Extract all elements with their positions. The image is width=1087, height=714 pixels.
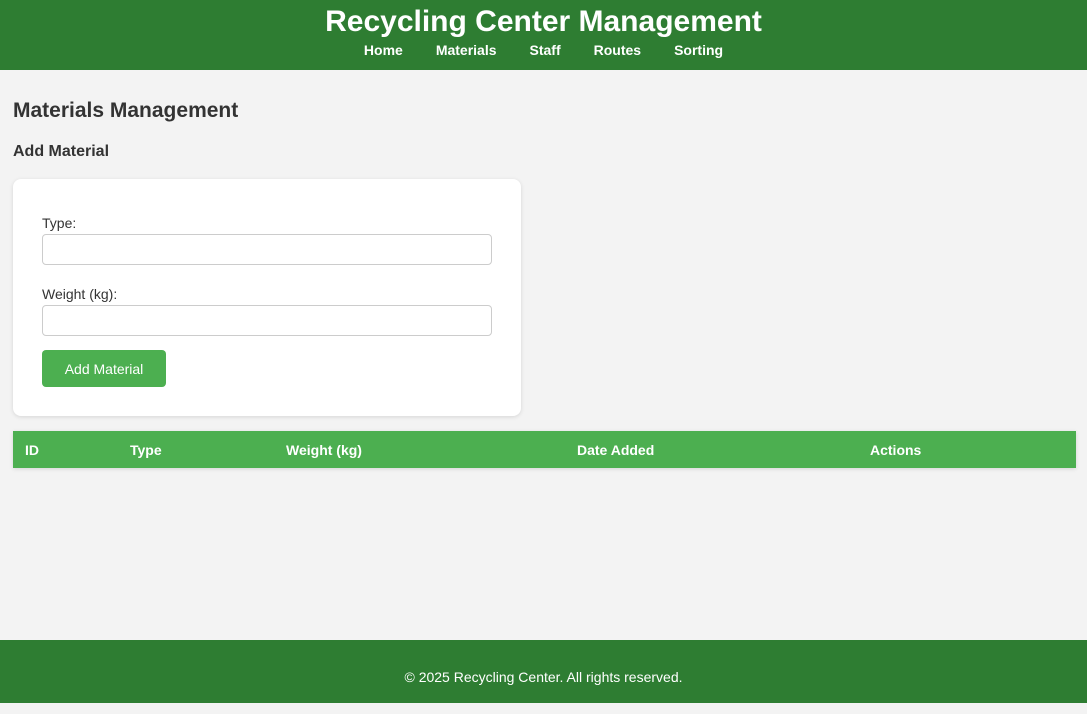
- column-header-date-added: Date Added: [565, 431, 858, 468]
- site-footer: © 2025 Recycling Center. All rights rese…: [0, 640, 1087, 703]
- nav-staff-link[interactable]: Staff: [513, 40, 577, 60]
- add-material-form: Type: Weight (kg): Add Material: [13, 179, 521, 416]
- add-material-button[interactable]: Add Material: [42, 350, 166, 387]
- add-material-heading: Add Material: [13, 143, 110, 160]
- column-header-type: Type: [118, 431, 274, 468]
- main-nav: Home Materials Staff Routes Sorting: [0, 40, 1087, 60]
- column-header-weight: Weight (kg): [274, 431, 565, 468]
- materials-table-header: ID Type Weight (kg) Date Added Actions: [13, 431, 1076, 468]
- page-title: Materials Management: [13, 99, 239, 122]
- footer-copyright: © 2025 Recycling Center. All rights rese…: [404, 669, 683, 685]
- type-input[interactable]: [42, 234, 492, 265]
- nav-routes-link[interactable]: Routes: [577, 40, 657, 60]
- site-header: Recycling Center Management Home Materia…: [0, 0, 1087, 70]
- column-header-id: ID: [13, 431, 118, 468]
- nav-materials-link[interactable]: Materials: [419, 40, 513, 60]
- table-header-row: ID Type Weight (kg) Date Added Actions: [13, 431, 1076, 468]
- weight-input[interactable]: [42, 305, 492, 336]
- nav-home-link[interactable]: Home: [347, 40, 419, 60]
- materials-table: ID Type Weight (kg) Date Added Actions: [13, 431, 1076, 468]
- type-label: Type:: [42, 215, 77, 231]
- nav-sorting-link[interactable]: Sorting: [658, 40, 740, 60]
- weight-label: Weight (kg):: [42, 286, 118, 302]
- column-header-actions: Actions: [858, 431, 1076, 468]
- site-title: Recycling Center Management: [325, 5, 762, 38]
